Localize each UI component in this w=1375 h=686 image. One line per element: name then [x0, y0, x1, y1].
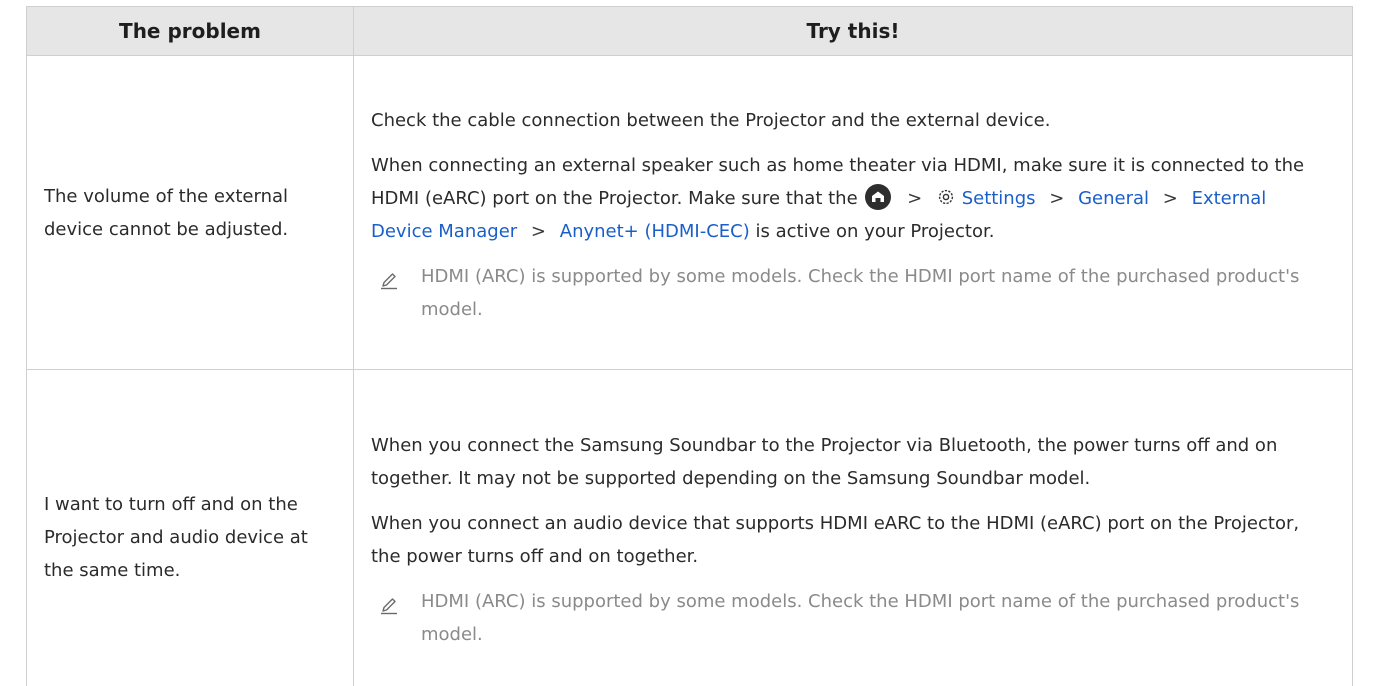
chevron-right-icon: > — [907, 187, 923, 209]
problem-cell: The volume of the external device cannot… — [26, 55, 354, 370]
troubleshooting-table: The problem Try this! The volume of the … — [26, 6, 1353, 686]
note-text: HDMI (ARC) is supported by some models. … — [421, 265, 1300, 320]
solution-paragraph: Check the cable connection between the P… — [371, 109, 1051, 131]
settings-gear-icon — [936, 185, 956, 205]
pencil-note-icon — [379, 268, 399, 289]
menu-link-anynet[interactable]: Anynet+ (HDMI-CEC) — [560, 221, 750, 242]
note: HDMI (ARC) is supported by some models. … — [371, 585, 1312, 651]
solution-cell: Check the cable connection between the P… — [353, 55, 1353, 370]
chevron-right-icon: > — [1049, 187, 1065, 209]
solution-paragraph-menu-path: When connecting an external speaker such… — [371, 149, 1312, 248]
menu-path-outro: is active on your Projector. — [755, 220, 995, 242]
solution-paragraph: When you connect an audio device that su… — [371, 512, 1300, 567]
table-row: The volume of the external device cannot… — [26, 55, 1353, 370]
pencil-note-icon — [379, 593, 399, 614]
note: HDMI (ARC) is supported by some models. … — [371, 260, 1312, 326]
chevron-right-icon: > — [530, 220, 547, 242]
solution-paragraph: When you connect the Samsung Soundbar to… — [371, 434, 1278, 489]
solution-cell: When you connect the Samsung Soundbar to… — [353, 369, 1353, 686]
home-icon — [865, 183, 892, 210]
note-text: HDMI (ARC) is supported by some models. … — [421, 590, 1300, 645]
chevron-right-icon: > — [1162, 187, 1178, 209]
table-row: I want to turn off and on the Projector … — [26, 369, 1353, 686]
menu-link-settings[interactable]: Settings — [962, 188, 1036, 209]
header-solution: Try this! — [353, 6, 1353, 56]
menu-link-general[interactable]: General — [1078, 188, 1149, 209]
problem-cell: I want to turn off and on the Projector … — [26, 369, 354, 686]
table-header-row: The problem Try this! — [26, 6, 1353, 56]
header-problem: The problem — [26, 6, 354, 56]
troubleshooting-page: The problem Try this! The volume of the … — [0, 0, 1375, 686]
